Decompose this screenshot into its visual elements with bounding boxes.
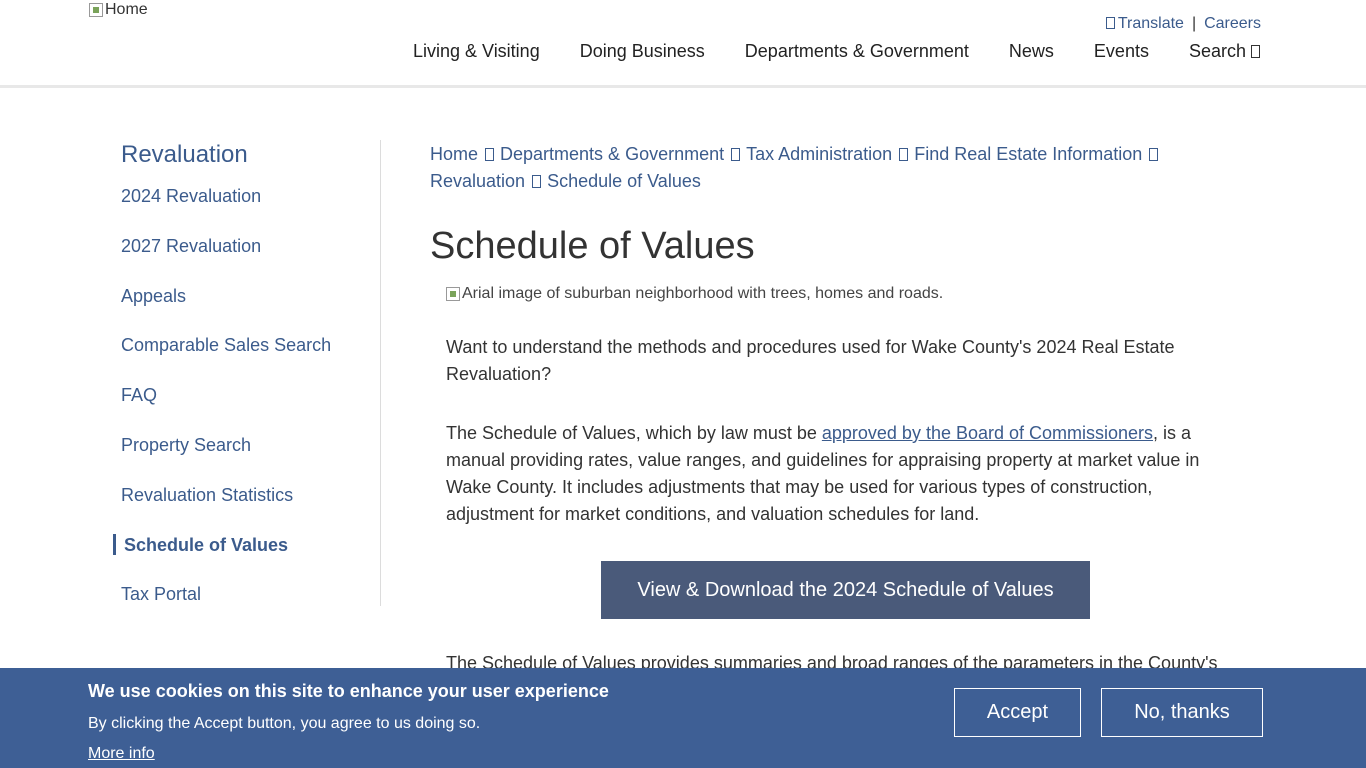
cookie-decline-button[interactable]: No, thanks <box>1101 688 1263 737</box>
main-nav: Living & Visiting Doing Business Departm… <box>413 41 1260 62</box>
chevron-right-icon <box>899 148 909 161</box>
description-paragraph: The Schedule of Values, which by law mus… <box>446 420 1226 528</box>
hero-image-alt-text: Arial image of suburban neighborhood wit… <box>462 285 944 302</box>
sidebar-item-revaluation-statistics[interactable]: Revaluation Statistics <box>113 483 331 533</box>
careers-link[interactable]: Careers <box>1204 15 1261 33</box>
chevron-right-icon <box>532 175 542 188</box>
site-header: Home Translate | Careers Living & Visiti… <box>0 0 1366 88</box>
intro-paragraph: Want to understand the methods and proce… <box>446 337 1175 384</box>
sidebar-item-appeals[interactable]: Appeals <box>113 284 331 334</box>
sidebar-item-tax-portal[interactable]: Tax Portal <box>113 582 331 632</box>
breadcrumb: Home Departments & Government Tax Administ… <box>430 141 1210 195</box>
search-icon <box>1251 45 1260 58</box>
section-sidebar: Revaluation 2024 Revaluation 2027 Revalu… <box>113 140 381 606</box>
cookie-banner: We use cookies on this site to enhance y… <box>0 668 1366 768</box>
utility-separator: | <box>1191 15 1197 32</box>
sidebar-item-2024-revaluation[interactable]: 2024 Revaluation <box>113 184 331 234</box>
nav-departments-government[interactable]: Departments & Government <box>745 41 969 62</box>
sidebar-title[interactable]: Revaluation <box>121 141 248 169</box>
breadcrumb-revaluation[interactable]: Revaluation <box>430 171 525 191</box>
nav-search[interactable]: Search <box>1189 41 1260 62</box>
breadcrumb-departments[interactable]: Departments & Government <box>500 144 724 164</box>
sidebar-menu: 2024 Revaluation 2027 Revaluation Appeal… <box>113 184 331 632</box>
nav-doing-business[interactable]: Doing Business <box>580 41 705 62</box>
description-text-start: The Schedule of Values, which by law mus… <box>446 423 822 443</box>
cookie-description: By clicking the Accept button, you agree… <box>88 715 481 732</box>
translate-link[interactable]: Translate <box>1105 15 1184 33</box>
sidebar-item-2027-revaluation[interactable]: 2027 Revaluation <box>113 234 331 284</box>
utility-nav: Translate | Careers <box>1105 15 1261 33</box>
nav-news[interactable]: News <box>1009 41 1054 62</box>
cookie-more-info-link[interactable]: More info <box>88 745 155 763</box>
nav-events[interactable]: Events <box>1094 41 1149 62</box>
board-of-commissioners-link[interactable]: approved by the Board of Commissioners <box>822 423 1153 443</box>
cookie-accept-button[interactable]: Accept <box>954 688 1081 737</box>
breadcrumb-schedule-of-values[interactable]: Schedule of Values <box>547 171 701 191</box>
sidebar-item-comparable-sales-search[interactable]: Comparable Sales Search <box>113 333 331 383</box>
logo-alt-text: Home <box>105 1 148 18</box>
cookie-heading: We use cookies on this site to enhance y… <box>88 681 609 701</box>
breadcrumb-home[interactable]: Home <box>430 144 478 164</box>
broken-image-icon <box>446 287 460 301</box>
chevron-right-icon <box>731 148 741 161</box>
broken-image-icon <box>89 3 103 17</box>
download-schedule-button[interactable]: View & Download the 2024 Schedule of Val… <box>601 561 1090 619</box>
breadcrumb-tax-administration[interactable]: Tax Administration <box>746 144 892 164</box>
nav-living-visiting[interactable]: Living & Visiting <box>413 41 540 62</box>
home-logo[interactable]: Home <box>89 1 148 19</box>
sidebar-item-property-search[interactable]: Property Search <box>113 433 331 483</box>
page-title: Schedule of Values <box>430 225 755 267</box>
sidebar-item-schedule-of-values[interactable]: Schedule of Values <box>113 533 331 583</box>
chevron-right-icon <box>1149 148 1159 161</box>
chevron-right-icon <box>485 148 495 161</box>
breadcrumb-find-real-estate[interactable]: Find Real Estate Information <box>914 144 1142 164</box>
hero-image: Arial image of suburban neighborhood wit… <box>446 285 943 303</box>
nav-search-label: Search <box>1188 41 1246 61</box>
globe-icon <box>1105 17 1115 29</box>
translate-label: Translate <box>1117 15 1184 32</box>
sidebar-item-faq[interactable]: FAQ <box>113 383 331 433</box>
